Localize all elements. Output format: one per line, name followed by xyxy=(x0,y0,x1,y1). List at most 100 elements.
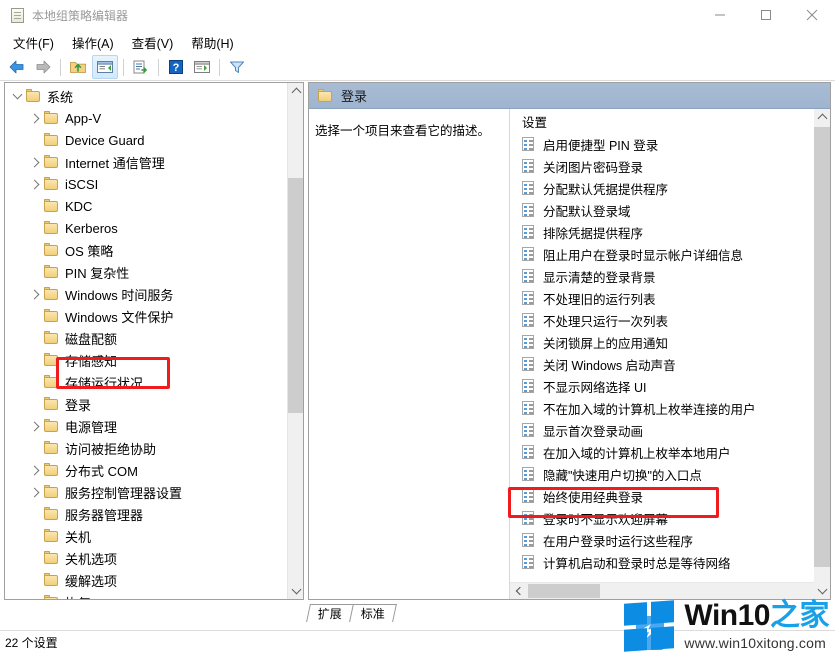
close-button[interactable] xyxy=(789,0,835,30)
show-pane-icon[interactable] xyxy=(190,56,214,78)
tree-item-label: 关机选项 xyxy=(65,551,118,567)
tree-item-9[interactable]: Windows 文件保护 xyxy=(5,305,288,327)
settings-vertical-scrollbar[interactable] xyxy=(814,109,830,599)
tree-item-18[interactable]: 服务器管理器 xyxy=(5,503,288,525)
tab-extended[interactable]: 扩展 xyxy=(306,604,354,622)
tab-standard[interactable]: 标准 xyxy=(349,604,397,622)
tree-scroll-thumb[interactable] xyxy=(288,178,303,413)
setting-item-16[interactable]: 始终使用经典登录 xyxy=(510,485,814,507)
tree-item-22[interactable]: 恢复 xyxy=(5,591,288,599)
tree-item-0[interactable]: App-V xyxy=(5,107,288,129)
setting-item-label: 显示首次登录动画 xyxy=(543,424,644,439)
settings-list[interactable]: 启用便捷型 PIN 登录关闭图片密码登录分配默认凭据提供程序分配默认登录域 排除凭… xyxy=(510,133,814,577)
tree-item-14[interactable]: 电源管理 xyxy=(5,415,288,437)
tree-vertical-scrollbar[interactable] xyxy=(287,83,303,599)
tree-item-12[interactable]: 存储运行状况 xyxy=(5,371,288,393)
setting-item-4[interactable]: 排除凭据提供程序 xyxy=(510,221,814,243)
tree-item-15[interactable]: 访问被拒绝协助 xyxy=(5,437,288,459)
tree-scroll-down-icon[interactable] xyxy=(288,582,303,599)
tree-item-label: Device Guard xyxy=(65,132,145,148)
settings-list-pane: 设置 启用便捷型 PIN 登录 关闭图片密码登录 分配默认凭据提供程序 分配默认登录域… xyxy=(509,109,830,599)
chevron-right-icon[interactable] xyxy=(27,107,43,129)
console-tree[interactable]: 系统 App-V Device Guard Internet 通信管理 iSCSI KDC… xyxy=(5,83,288,599)
setting-item-19[interactable]: 计算机启动和登录时总是等待网络 xyxy=(510,551,814,573)
tree-item-1[interactable]: Device Guard xyxy=(5,129,288,151)
tree-item-11[interactable]: 存储感知 xyxy=(5,349,288,371)
setting-item-8[interactable]: 不处理只运行一次列表 xyxy=(510,309,814,331)
settings-scroll-down-icon[interactable] xyxy=(814,582,830,599)
setting-item-0[interactable]: 启用便捷型 PIN 登录 xyxy=(510,133,814,155)
setting-item-7[interactable]: 不处理旧的运行列表 xyxy=(510,287,814,309)
setting-item-13[interactable]: 显示首次登录动画 xyxy=(510,419,814,441)
tree-scroll-up-icon[interactable] xyxy=(288,83,303,100)
setting-item-11[interactable]: 不显示网络选择 UI xyxy=(510,375,814,397)
help-icon[interactable]: ? xyxy=(164,56,188,78)
menu-file[interactable]: 文件(F) xyxy=(4,30,63,55)
filter-icon[interactable] xyxy=(225,56,249,78)
tree-item-5[interactable]: Kerberos xyxy=(5,217,288,239)
minimize-button[interactable] xyxy=(697,0,743,30)
settings-hscroll-thumb[interactable] xyxy=(528,584,600,598)
tree-item-8[interactable]: Windows 时间服务 xyxy=(5,283,288,305)
tree-item-label: Windows 文件保护 xyxy=(65,309,174,325)
chevron-right-icon[interactable] xyxy=(27,173,43,195)
tree-item-6[interactable]: OS 策略 xyxy=(5,239,288,261)
setting-item-3[interactable]: 分配默认登录域 xyxy=(510,199,814,221)
tree-item-root[interactable]: 系统 xyxy=(5,85,288,107)
menu-action[interactable]: 操作(A) xyxy=(63,30,123,55)
chevron-down-icon[interactable] xyxy=(9,85,25,107)
setting-item-10[interactable]: 关闭 Windows 启动声音 xyxy=(510,353,814,375)
tree-item-21[interactable]: 缓解选项 xyxy=(5,569,288,591)
forward-icon[interactable] xyxy=(31,56,55,78)
settings-horizontal-scrollbar[interactable] xyxy=(510,582,814,599)
folder-icon xyxy=(43,133,59,147)
chevron-right-icon[interactable] xyxy=(27,415,43,437)
policy-setting-icon xyxy=(522,466,536,482)
folder-icon xyxy=(43,551,59,565)
tree-item-13[interactable]: 登录 xyxy=(5,393,288,415)
tree-item-10[interactable]: 磁盘配额 xyxy=(5,327,288,349)
menu-view[interactable]: 查看(V) xyxy=(123,30,183,55)
policy-setting-icon xyxy=(522,532,536,548)
settings-scroll-up-icon[interactable] xyxy=(814,109,830,126)
tree-item-17[interactable]: 服务控制管理器设置 xyxy=(5,481,288,503)
setting-item-9[interactable]: 关闭锁屏上的应用通知 xyxy=(510,331,814,353)
setting-item-2[interactable]: 分配默认凭据提供程序 xyxy=(510,177,814,199)
settings-scroll-left-icon[interactable] xyxy=(510,583,527,599)
tree-item-4[interactable]: KDC xyxy=(5,195,288,217)
tree-item-label: Kerberos xyxy=(65,220,118,236)
tree-item-3[interactable]: iSCSI xyxy=(5,173,288,195)
chevron-right-icon[interactable] xyxy=(27,459,43,481)
setting-item-5[interactable]: 阻止用户在登录时显示帐户详细信息 xyxy=(510,243,814,265)
tree-item-7[interactable]: PIN 复杂性 xyxy=(5,261,288,283)
export-list-icon[interactable] xyxy=(129,56,153,78)
settings-vscroll-thumb[interactable] xyxy=(814,127,830,567)
setting-item-12[interactable]: 不在加入域的计算机上枚举连接的用户 xyxy=(510,397,814,419)
tree-item-16[interactable]: 分布式 COM xyxy=(5,459,288,481)
setting-item-label: 分配默认凭据提供程序 xyxy=(543,182,669,197)
back-icon[interactable] xyxy=(5,56,29,78)
policy-setting-icon xyxy=(522,158,536,174)
setting-item-17[interactable]: 登录时不显示欢迎屏幕 xyxy=(510,507,814,529)
setting-item-18[interactable]: 在用户登录时运行这些程序 xyxy=(510,529,814,551)
setting-item-label: 启用便捷型 PIN 登录 xyxy=(543,138,659,153)
show-hide-tree-icon[interactable] xyxy=(92,55,118,79)
tree-item-2[interactable]: Internet 通信管理 xyxy=(5,151,288,173)
chevron-right-icon[interactable] xyxy=(27,151,43,173)
tree-item-19[interactable]: 关机 xyxy=(5,525,288,547)
tree-item-20[interactable]: 关机选项 xyxy=(5,547,288,569)
up-folder-icon[interactable] xyxy=(66,56,90,78)
setting-item-20[interactable]: 始终使用自定义登录背景 xyxy=(510,573,814,577)
chevron-right-icon[interactable] xyxy=(27,283,43,305)
setting-item-14[interactable]: 在加入域的计算机上枚举本地用户 xyxy=(510,441,814,463)
setting-item-6[interactable]: 显示清楚的登录背景 xyxy=(510,265,814,287)
setting-item-label: 关闭 Windows 启动声音 xyxy=(543,358,676,373)
chevron-right-icon[interactable] xyxy=(27,481,43,503)
setting-item-1[interactable]: 关闭图片密码登录 xyxy=(510,155,814,177)
menu-help[interactable]: 帮助(H) xyxy=(182,30,242,55)
setting-item-15[interactable]: 隐藏"快速用户切换"的入口点 xyxy=(510,463,814,485)
maximize-button[interactable] xyxy=(743,0,789,30)
